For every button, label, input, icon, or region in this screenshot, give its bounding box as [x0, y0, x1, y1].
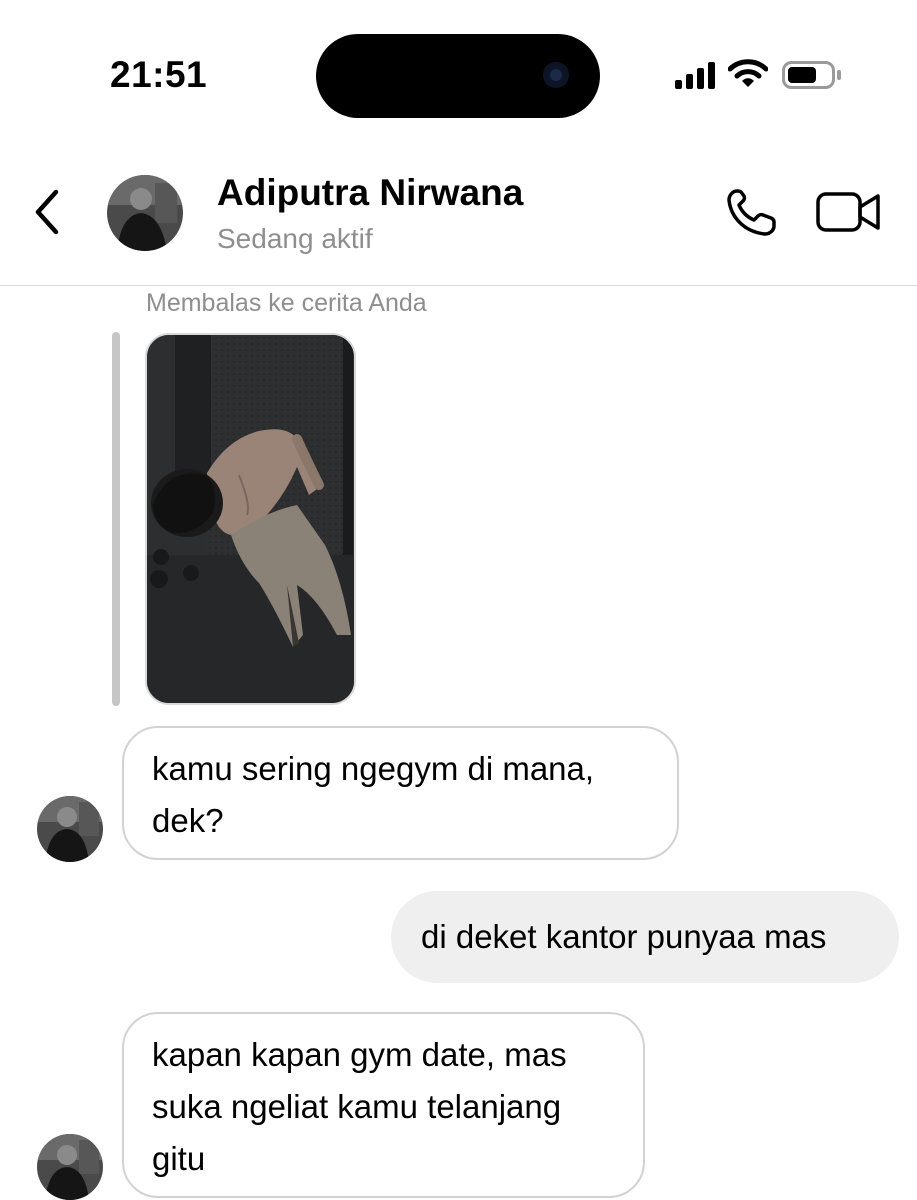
video-call-icon[interactable]	[816, 190, 882, 234]
status-time: 21:51	[110, 54, 208, 95]
incoming-message-bubble[interactable]: kamu sering ngegym di mana, dek?	[122, 726, 679, 860]
phone-call-icon[interactable]	[723, 186, 781, 240]
incoming-message-bubble[interactable]: kapan kapan gym date, mas suka ngeliat k…	[122, 1012, 645, 1198]
front-camera-icon	[543, 62, 569, 88]
message-text: kamu sering ngegym di mana, dek?	[152, 750, 595, 839]
sender-avatar[interactable]	[37, 1134, 103, 1200]
battery-icon	[782, 61, 841, 89]
reply-quote-bar	[112, 332, 120, 706]
contact-name[interactable]: Adiputra Nirwana	[217, 172, 523, 214]
dm-conversation-screen: 21:51 Adiputra Nirwana Sedang aktif Memb…	[0, 0, 917, 1200]
dynamic-island	[316, 34, 600, 118]
cellular-signal-icon	[675, 61, 719, 89]
header-divider	[0, 285, 917, 286]
back-chevron-icon[interactable]	[28, 186, 68, 238]
outgoing-message-bubble[interactable]: di deket kantor punyaa mas	[391, 891, 899, 983]
wifi-icon	[728, 59, 768, 87]
message-text: di deket kantor punyaa mas	[421, 918, 827, 955]
story-reply-label: Membalas ke cerita Anda	[146, 289, 427, 317]
contact-avatar[interactable]	[107, 175, 183, 251]
message-text: kapan kapan gym date, mas suka ngeliat k…	[152, 1036, 567, 1177]
contact-active-status: Sedang aktif	[217, 223, 373, 254]
sender-avatar[interactable]	[37, 796, 103, 862]
story-thumbnail[interactable]	[145, 333, 356, 705]
